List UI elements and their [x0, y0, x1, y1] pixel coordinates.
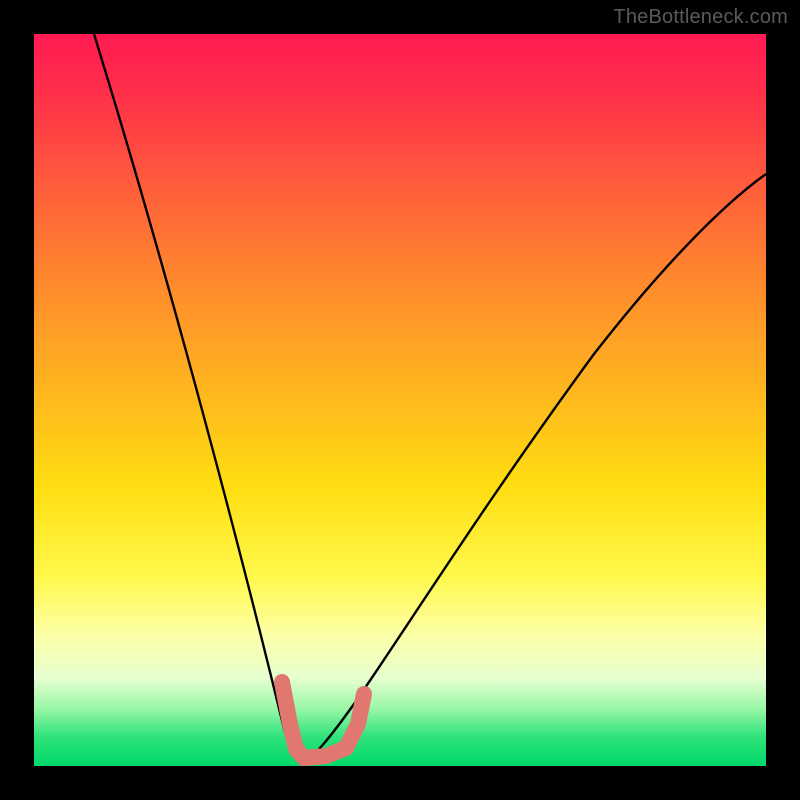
watermark-text: TheBottleneck.com — [613, 6, 788, 29]
bottleneck-curve — [94, 34, 766, 761]
plot-area — [34, 34, 766, 766]
curve-layer — [34, 34, 766, 766]
highlight-segment — [282, 682, 364, 758]
chart-frame: TheBottleneck.com — [0, 0, 800, 800]
